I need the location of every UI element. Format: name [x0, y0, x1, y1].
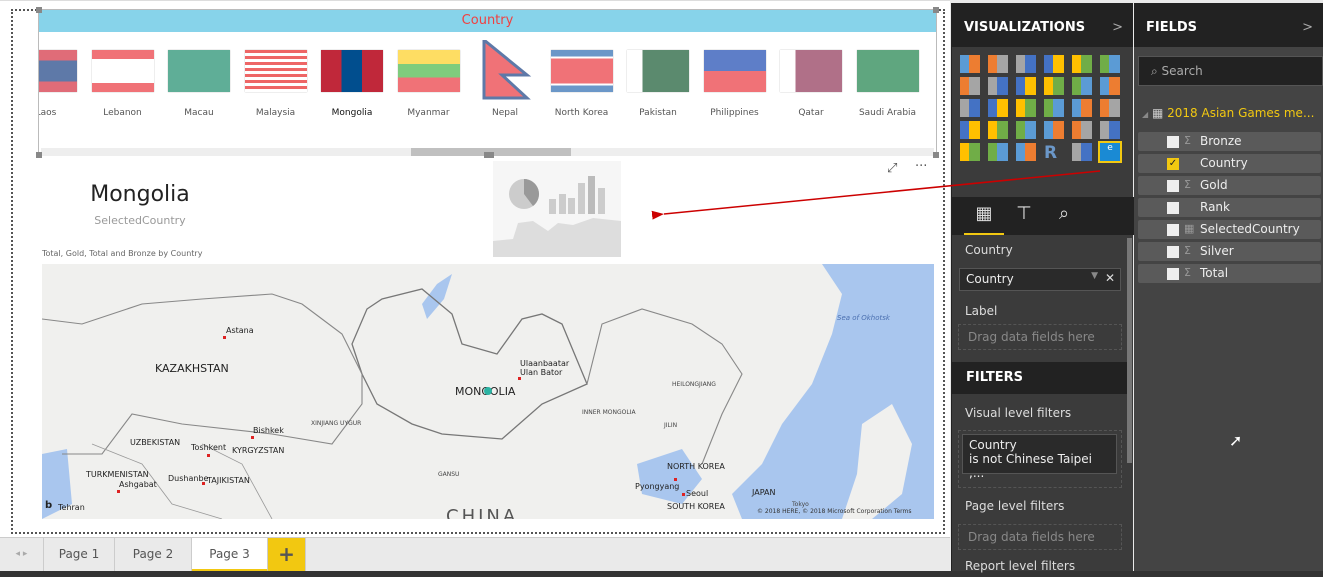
- red-arrow: [651, 170, 1101, 220]
- annotation-arrow: [651, 170, 1101, 220]
